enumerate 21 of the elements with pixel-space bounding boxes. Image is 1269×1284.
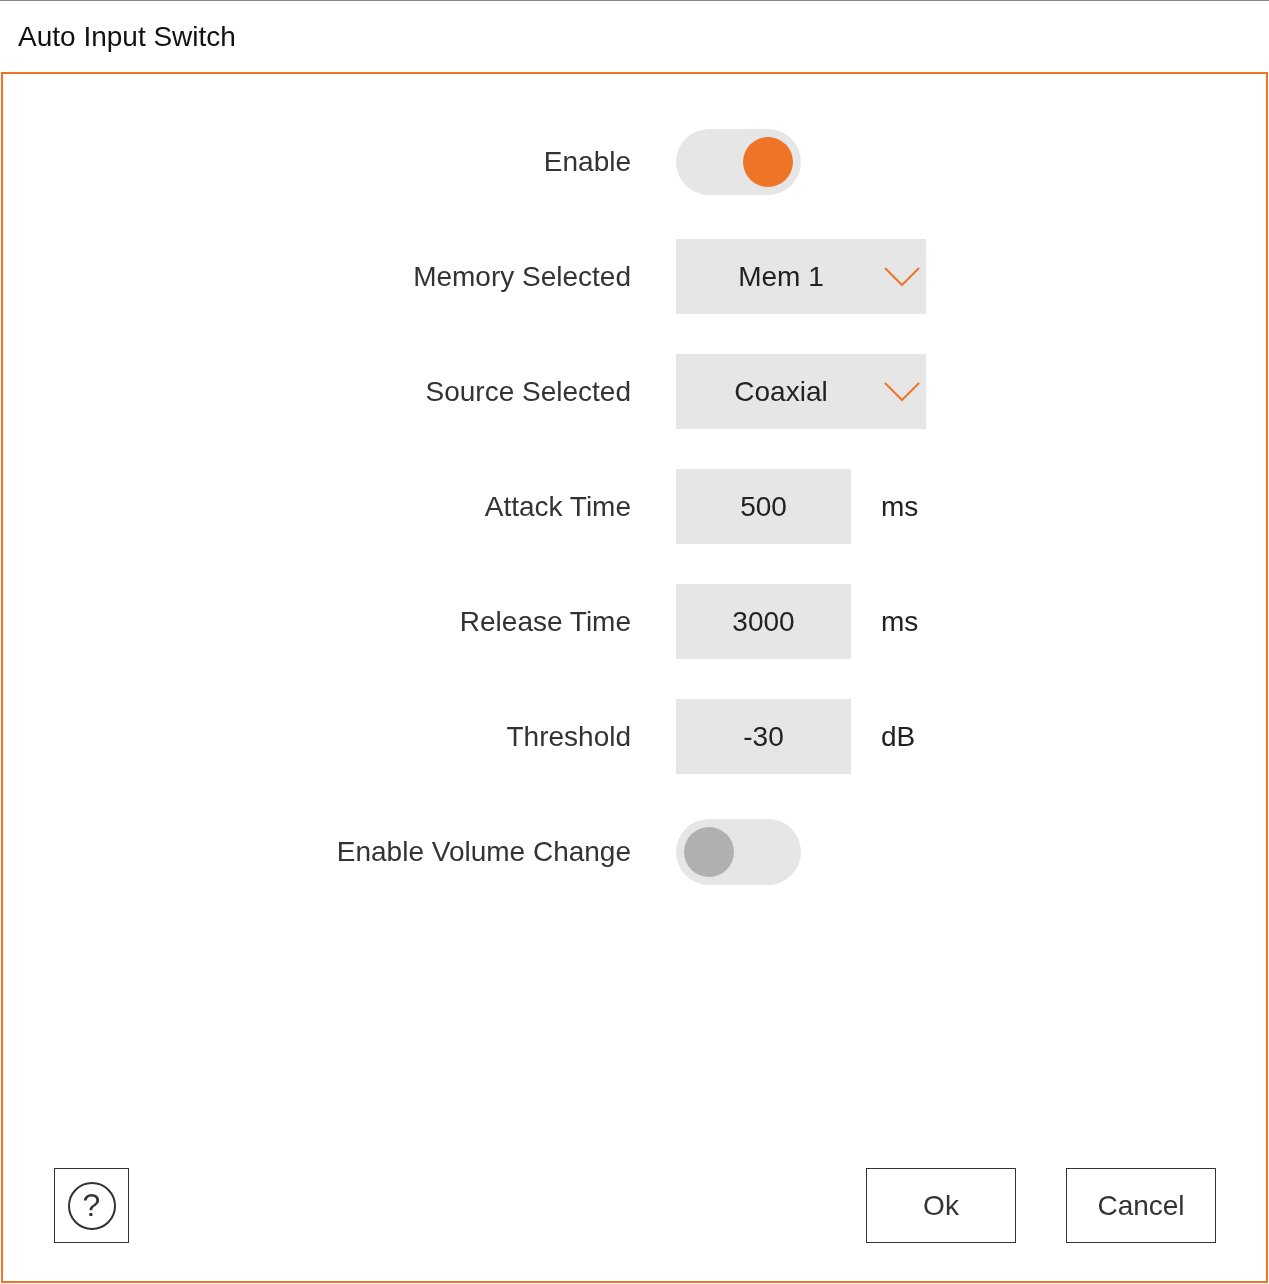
input-field[interactable]: -30 — [676, 699, 851, 774]
dropdown[interactable]: Coaxial — [676, 354, 926, 429]
setting-label: Enable Volume Change — [335, 835, 631, 868]
setting-label: Attack Time — [483, 490, 631, 523]
chevron-down-icon — [884, 267, 920, 287]
dialog-button[interactable]: Cancel — [1066, 1168, 1216, 1243]
setting-label: Memory Selected — [412, 260, 631, 293]
setting-label: Source Selected — [424, 375, 631, 408]
setting-label: Enable — [542, 145, 631, 178]
dialog-button[interactable]: Ok — [866, 1168, 1016, 1243]
setting-label: Release Time — [458, 605, 631, 638]
unit-label: dB — [881, 720, 916, 753]
setting-label: Threshold — [505, 720, 631, 753]
window-title: Auto Input Switch — [18, 20, 236, 53]
chevron-down-icon — [884, 382, 920, 402]
unit-label: ms — [881, 490, 919, 523]
input-field[interactable]: 3000 — [676, 584, 851, 659]
unit-label: ms — [881, 605, 919, 638]
input-field[interactable]: 500 — [676, 469, 851, 544]
dropdown[interactable]: Mem 1 — [676, 239, 926, 314]
help-button[interactable]: ? — [54, 1168, 129, 1243]
